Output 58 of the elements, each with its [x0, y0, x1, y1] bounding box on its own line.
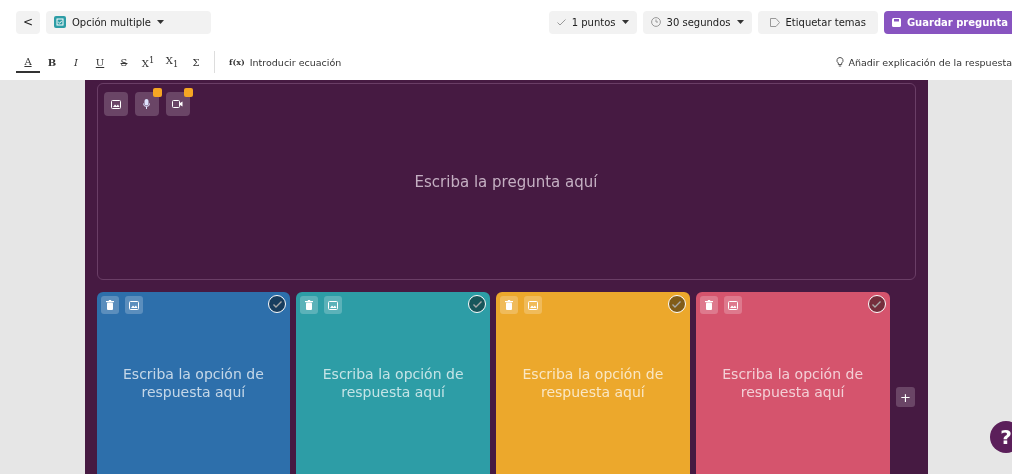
- question-field[interactable]: Escriba la pregunta aquí: [96, 83, 916, 280]
- format-button[interactable]: U: [88, 51, 112, 73]
- check-icon: [472, 300, 482, 308]
- answer-option-card[interactable]: Escriba la opción de respuesta aquí: [96, 292, 291, 474]
- image-icon: [528, 300, 538, 310]
- delete-button[interactable]: [300, 296, 319, 314]
- option-placeholder: Escriba la opción de respuesta aquí: [721, 365, 864, 401]
- delete-button[interactable]: [699, 296, 718, 314]
- format-button[interactable]: I: [64, 51, 88, 73]
- function-icon: f(x): [229, 57, 245, 67]
- image-icon: [328, 300, 339, 310]
- check-icon: [272, 300, 282, 308]
- checkbox-icon: [54, 16, 66, 28]
- tag-topics-button[interactable]: Etiquetar temas: [757, 10, 878, 34]
- microphone-icon: [143, 99, 150, 109]
- caret-icon: [736, 20, 744, 24]
- image-icon: [110, 99, 121, 109]
- back-button[interactable]: <: [16, 10, 40, 34]
- clock-icon: [650, 17, 661, 27]
- format-button[interactable]: A: [16, 51, 40, 73]
- option-placeholder: Escriba la opción de respuesta aquí: [122, 365, 265, 401]
- question-placeholder: Escriba la pregunta aquí: [414, 172, 598, 191]
- correct-answer-toggle[interactable]: [867, 295, 886, 313]
- time-dropdown[interactable]: 30 segundos: [642, 10, 752, 34]
- format-button[interactable]: X$^{1}$: [136, 51, 160, 73]
- image-icon: [128, 300, 139, 310]
- trash-icon: [305, 300, 314, 310]
- equation-button[interactable]: f(x) Introducir ecuación: [225, 56, 346, 68]
- delete-button[interactable]: [100, 296, 119, 314]
- add-image-button[interactable]: [103, 92, 128, 116]
- trash-icon: [105, 300, 114, 310]
- premium-badge-icon: [183, 88, 193, 97]
- check-icon: [556, 18, 566, 26]
- tag-icon: [769, 17, 780, 27]
- format-button[interactable]: Σ: [184, 51, 208, 73]
- video-camera-icon: [172, 100, 183, 108]
- check-icon: [872, 300, 881, 308]
- caret-icon: [621, 20, 629, 24]
- image-icon: [727, 300, 738, 310]
- correct-answer-toggle[interactable]: [468, 295, 486, 313]
- question-type-dropdown[interactable]: Opción multiple: [46, 10, 211, 34]
- option-placeholder: Escriba la opción de respuesta aquí: [321, 365, 465, 401]
- premium-badge-icon: [152, 88, 162, 97]
- format-button[interactable]: S: [112, 51, 136, 73]
- correct-answer-toggle[interactable]: [667, 295, 686, 313]
- points-dropdown[interactable]: 1 puntos: [548, 10, 637, 34]
- caret-icon: [156, 20, 164, 24]
- lightbulb-icon: [836, 57, 845, 67]
- option-placeholder: Escriba la opción de respuesta aquí: [521, 365, 665, 401]
- save-button[interactable]: Guardar pregunta: [883, 10, 1012, 34]
- format-button[interactable]: B: [40, 51, 64, 73]
- add-option-button[interactable]: +: [895, 387, 916, 407]
- check-icon: [672, 300, 682, 308]
- trash-icon: [704, 300, 713, 310]
- trash-icon: [505, 300, 513, 310]
- correct-answer-toggle[interactable]: [268, 295, 287, 313]
- format-button[interactable]: X$_{1}$: [160, 51, 184, 73]
- add-explanation-button[interactable]: Añadir explicación de la respuesta: [836, 56, 1012, 68]
